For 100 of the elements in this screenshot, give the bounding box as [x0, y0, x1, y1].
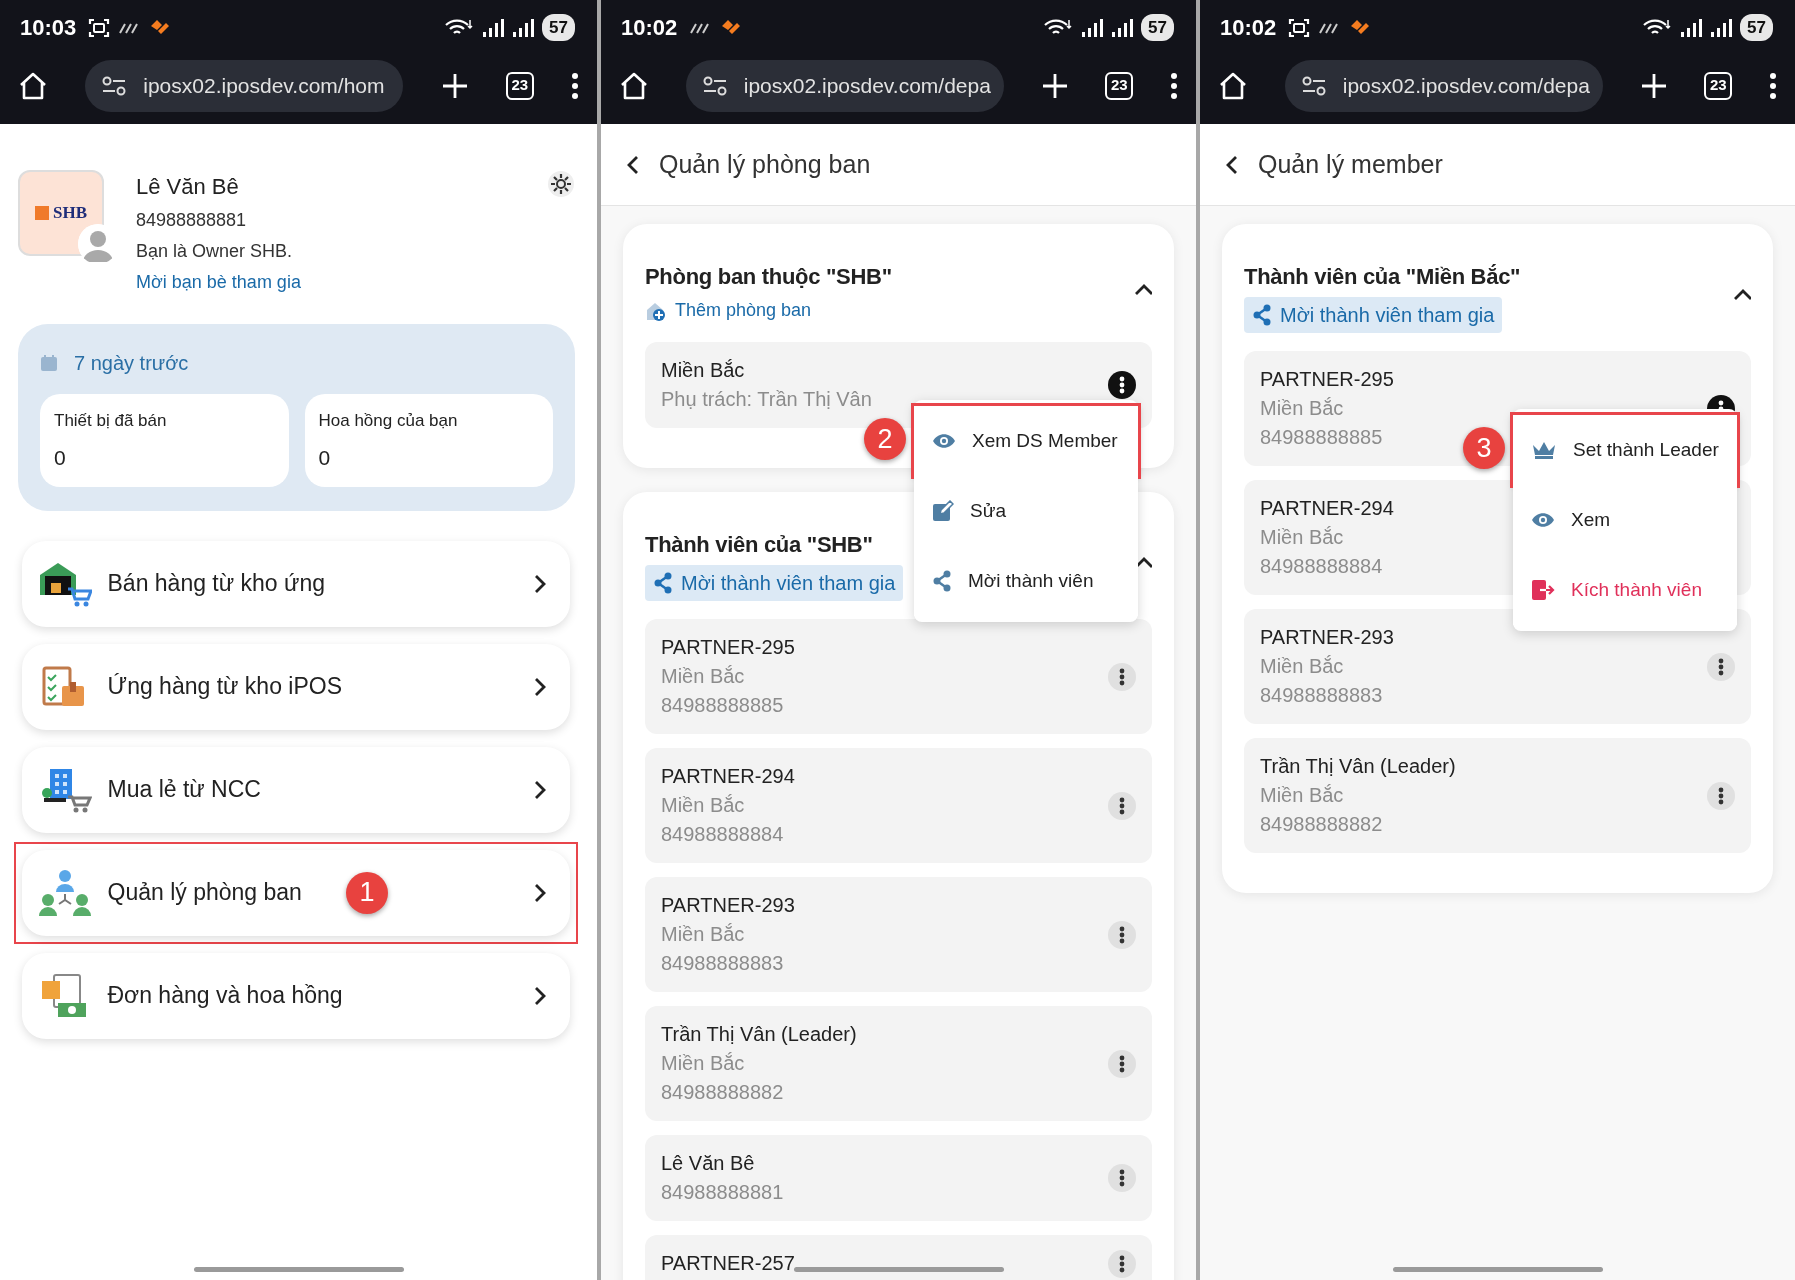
invite-link[interactable]: Mời bạn bè tham gia	[136, 269, 547, 296]
list-item[interactable]: Trần Thị Vân (Leader) Miền Bắc 84988888882	[645, 1006, 1152, 1121]
settings-icon[interactable]	[547, 170, 575, 198]
more-options-button[interactable]	[1108, 662, 1136, 691]
item-detail: 84988888882	[1260, 812, 1384, 837]
kebab-icon	[1718, 786, 1724, 805]
more-options-button[interactable]	[1707, 652, 1735, 681]
menu-item[interactable]: Bán hàng từ kho ứng	[21, 540, 570, 627]
tab-count[interactable]: 23	[505, 71, 534, 100]
screenshot-icon	[1288, 16, 1311, 39]
stat-label: Hoa hồng của bạn	[318, 410, 459, 432]
item-detail: Miền Bắc	[661, 1051, 746, 1076]
address-bar[interactable]: iposx02.iposdev.com/depa	[1284, 59, 1603, 112]
address-bar[interactable]: iposx02.iposdev.com/hom	[85, 59, 404, 112]
menu-icon[interactable]	[1170, 71, 1178, 100]
item-title: Miền Bắc	[661, 358, 746, 383]
item-detail: 84988888884	[1260, 554, 1384, 579]
list-item[interactable]: PARTNER-293 Miền Bắc 84988888883	[1244, 609, 1751, 724]
item-detail: Miền Bắc	[661, 922, 746, 947]
user-role: Bạn là Owner SHB.	[136, 240, 294, 263]
menu-item[interactable]: Ứng hàng từ kho iPOS	[21, 643, 570, 730]
more-options-button[interactable]	[1108, 920, 1136, 949]
stat-label: Thiết bị đã bán	[54, 410, 168, 432]
section-title: Thành viên của "Miền Bắc"	[1244, 263, 1521, 291]
site-settings-icon[interactable]	[101, 74, 128, 97]
item-detail: 84988888883	[1260, 683, 1384, 708]
menu-option[interactable]: Mời thành viên	[914, 546, 1138, 616]
more-options-button[interactable]	[1108, 1249, 1136, 1278]
item-detail: Miền Bắc	[1260, 525, 1345, 550]
more-options-button[interactable]	[1707, 781, 1735, 810]
signal-icon	[482, 17, 505, 38]
team-icon	[37, 867, 92, 918]
home-icon[interactable]	[619, 70, 649, 101]
more-options-button[interactable]	[1108, 791, 1136, 820]
step-badge: 3	[1463, 427, 1505, 469]
invite-button[interactable]: Mời thành viên tham gia	[645, 565, 904, 601]
list-item[interactable]: Trần Thị Vân (Leader) Miền Bắc 84988888882	[1244, 738, 1751, 853]
url-text: iposx02.iposdev.com/depa	[743, 72, 991, 99]
signal-icon	[1680, 17, 1703, 38]
battery-level: 57	[542, 13, 575, 42]
item-title: PARTNER-257	[661, 1251, 795, 1276]
kebab-icon	[1119, 1254, 1125, 1273]
share-icon	[932, 570, 952, 592]
item-title: PARTNER-295	[1260, 367, 1394, 392]
menu-item[interactable]: Quản lý phòng ban 1	[21, 849, 570, 936]
stat-value: 0	[318, 444, 332, 471]
period-label[interactable]: 7 ngày trước	[74, 348, 189, 378]
user-name: Lê Văn Bê	[136, 173, 240, 201]
exit-icon	[1531, 579, 1555, 601]
menu-item[interactable]: Đơn hàng và hoa hồng	[21, 952, 570, 1039]
logo-text: SHB	[53, 202, 87, 225]
site-settings-icon[interactable]	[1300, 74, 1327, 97]
list-item[interactable]: Lê Văn Bê 84988888881	[645, 1135, 1152, 1221]
menu-option[interactable]: Kích thành viên	[1513, 555, 1737, 625]
step-badge: 2	[864, 418, 906, 460]
new-tab-icon[interactable]	[1040, 71, 1069, 100]
status-time: 10:02	[1220, 14, 1277, 42]
kebab-icon	[1119, 1169, 1125, 1187]
eye-icon	[1531, 512, 1555, 528]
list-item[interactable]: PARTNER-293 Miền Bắc 84988888883	[645, 877, 1152, 992]
menu-icon[interactable]	[571, 71, 579, 100]
status-time: 10:02	[621, 14, 678, 42]
share-icon	[1252, 304, 1272, 326]
add-department-link[interactable]: Thêm phòng ban	[645, 297, 812, 324]
tab-count[interactable]: 23	[1105, 71, 1134, 100]
status-time: 10:03	[20, 14, 77, 42]
item-detail: Miền Bắc	[661, 664, 746, 689]
kebab-icon	[1119, 796, 1125, 815]
new-tab-icon[interactable]	[440, 71, 469, 100]
user-phone: 84988888881	[136, 209, 248, 232]
menu-item[interactable]: Mua lẻ từ NCC	[21, 746, 570, 833]
stat-value: 0	[54, 444, 67, 471]
site-settings-icon[interactable]	[701, 74, 728, 97]
url-text: iposx02.iposdev.com/hom	[143, 72, 385, 99]
menu-option[interactable]: Sửa	[914, 476, 1138, 546]
menu-icon[interactable]	[1769, 71, 1777, 100]
signal-icon	[1111, 17, 1134, 38]
page-title: Quản lý phòng ban	[659, 148, 871, 180]
invite-button[interactable]: Mời thành viên tham gia	[1244, 297, 1503, 333]
home-icon[interactable]	[18, 70, 48, 101]
more-options-button[interactable]	[1108, 1164, 1136, 1192]
home-icon[interactable]	[1218, 70, 1248, 101]
page-title: Quản lý member	[1258, 148, 1443, 180]
item-detail: Miền Bắc	[1260, 396, 1345, 421]
menu-option[interactable]: Xem	[1513, 485, 1737, 555]
list-item[interactable]: PARTNER-294 Miền Bắc 84988888884	[645, 748, 1152, 863]
new-tab-icon[interactable]	[1639, 71, 1668, 100]
item-title: Trần Thị Vân (Leader)	[661, 1022, 857, 1047]
list-item[interactable]: PARTNER-257	[645, 1235, 1152, 1280]
kebab-icon	[1119, 667, 1125, 686]
signal-icon	[1710, 17, 1733, 38]
tab-count[interactable]: 23	[1704, 71, 1733, 100]
more-options-button[interactable]	[1108, 371, 1136, 399]
more-options-button[interactable]	[1108, 1049, 1136, 1078]
item-title: Lê Văn Bê	[661, 1151, 756, 1176]
address-bar[interactable]: iposx02.iposdev.com/depa	[685, 59, 1004, 112]
crown-icon	[1531, 440, 1557, 460]
kebab-icon	[1119, 1054, 1125, 1073]
share-icon	[653, 572, 673, 594]
list-item[interactable]: PARTNER-295 Miền Bắc 84988888885	[645, 619, 1152, 734]
